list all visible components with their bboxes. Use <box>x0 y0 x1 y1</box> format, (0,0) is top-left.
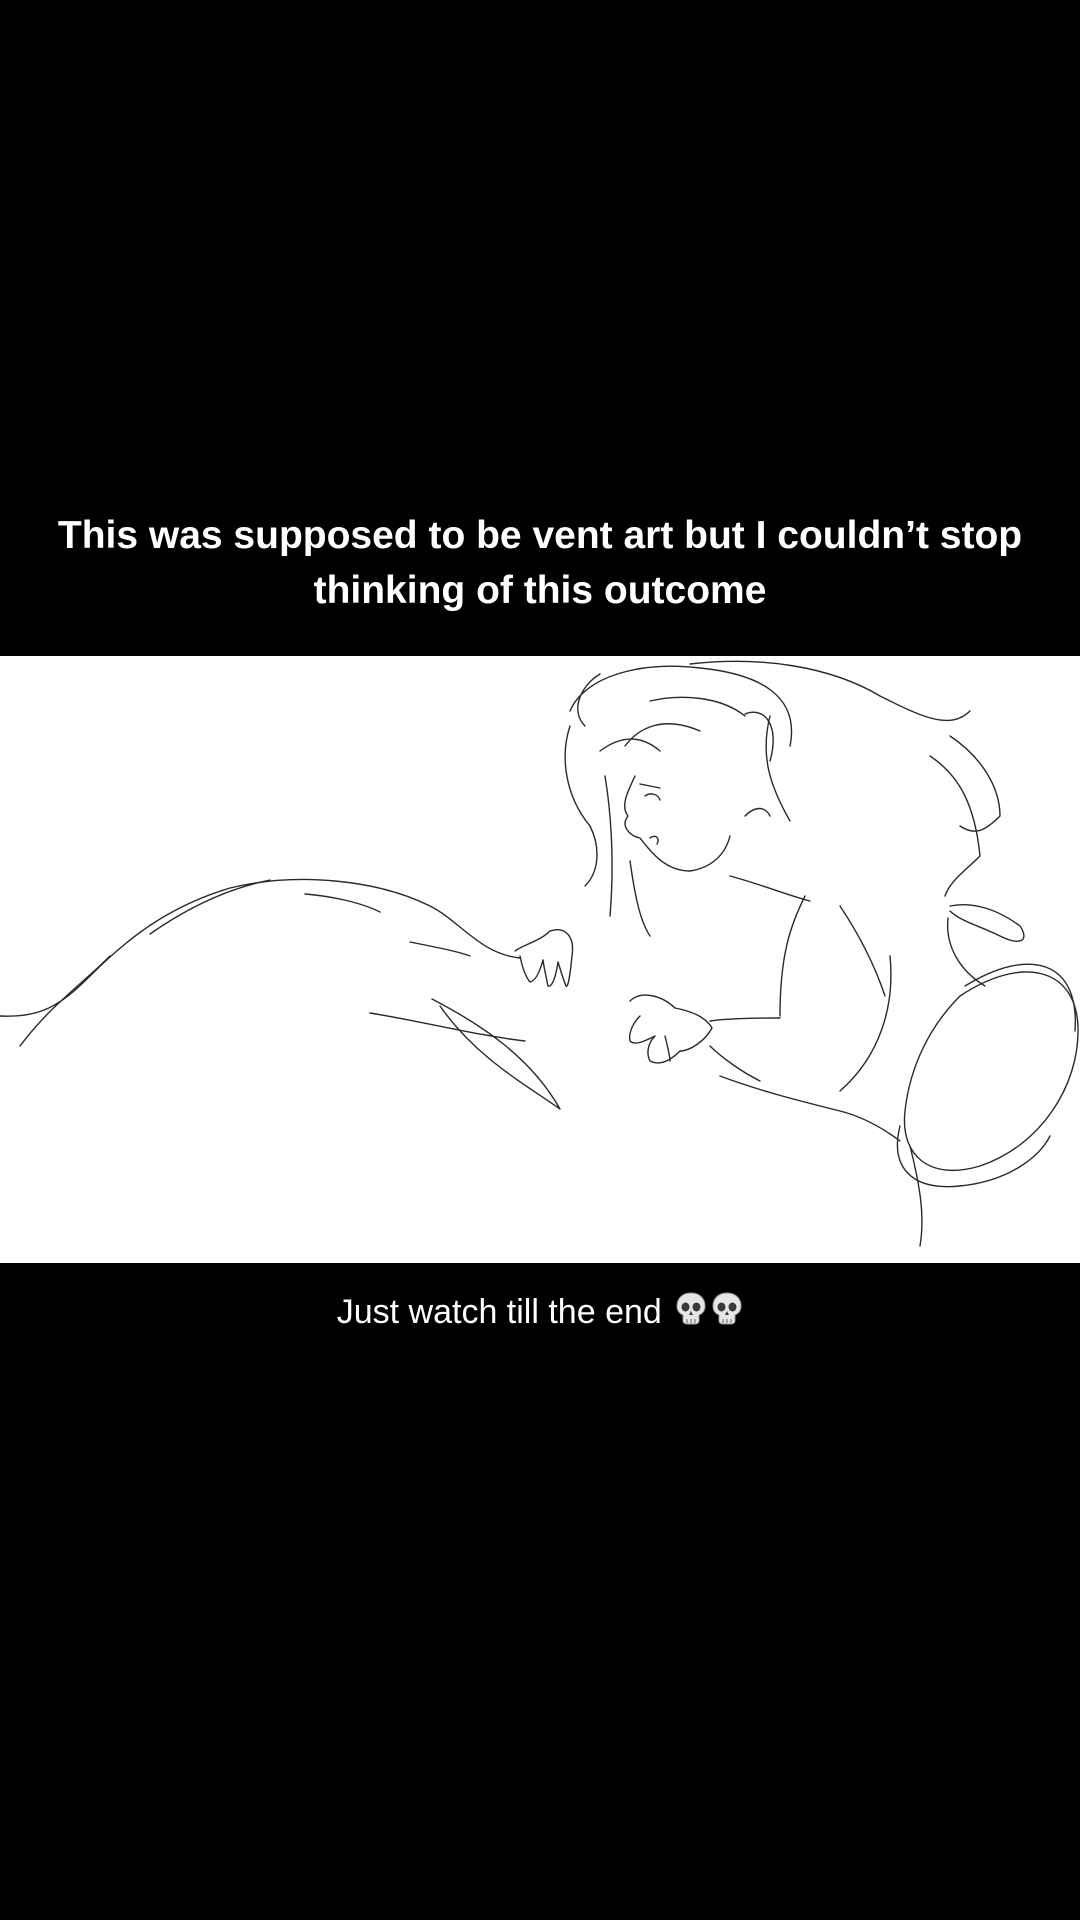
hair-line <box>765 715 791 822</box>
mirror-line <box>964 963 1076 1032</box>
hair-line <box>629 860 651 937</box>
hand-line <box>628 994 713 1064</box>
body-line <box>839 905 886 997</box>
body-line <box>909 1145 923 1247</box>
bottom-caption: Just watch till the end <box>0 1290 1080 1334</box>
face-line <box>639 783 661 789</box>
blanket-line <box>304 893 381 913</box>
body-line <box>729 875 811 902</box>
arm-line <box>709 1017 781 1022</box>
hair-line <box>564 725 598 887</box>
arm-line <box>709 1045 761 1082</box>
mirror-line <box>946 917 986 987</box>
blanket-line <box>409 941 471 957</box>
face-line <box>644 793 661 801</box>
top-caption: This was supposed to be vent art but I c… <box>57 514 1023 612</box>
blanket-line <box>431 998 561 1110</box>
face-line <box>744 807 771 817</box>
bottom-caption-text: Just watch till the end <box>336 1293 662 1331</box>
hand-line <box>664 1035 671 1062</box>
mirror-line <box>903 971 1079 1171</box>
hair-line <box>929 755 981 897</box>
blanket-line <box>19 955 111 1047</box>
hair-line <box>577 673 601 727</box>
mirror-line <box>896 1125 1051 1188</box>
hair-line <box>604 775 613 917</box>
hair-line <box>624 723 701 747</box>
body-line <box>779 895 806 1017</box>
skull-icon <box>675 1291 707 1327</box>
mirror-line <box>949 904 1025 942</box>
hair-line <box>649 696 746 717</box>
blanket-line <box>149 879 271 935</box>
body-line <box>719 1075 901 1142</box>
face-line <box>624 775 731 872</box>
hand-line <box>514 929 574 987</box>
sketch-artwork <box>0 660 1079 1247</box>
sketch-drawing <box>0 656 1080 1263</box>
blanket-line <box>0 878 521 1017</box>
hair-line <box>569 665 793 747</box>
skull-icon <box>711 1291 743 1327</box>
body-line <box>839 955 892 1092</box>
face-line <box>649 835 659 845</box>
hair-line <box>689 660 971 722</box>
